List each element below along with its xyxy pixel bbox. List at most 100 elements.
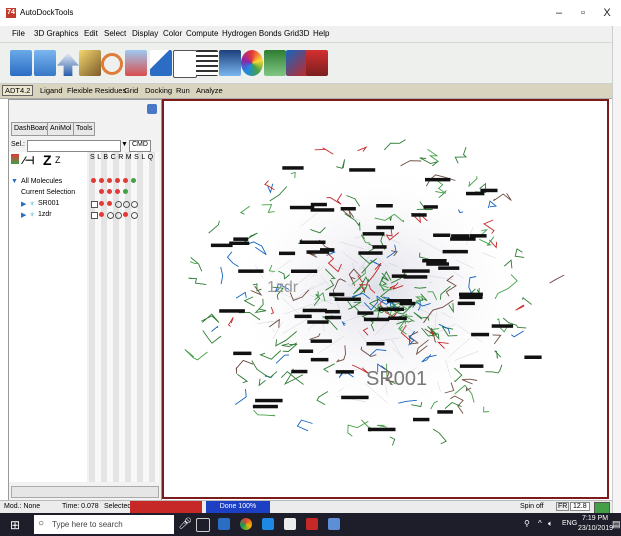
clock-date[interactable]: 23/10/2019 bbox=[578, 525, 613, 532]
expand-icon[interactable]: ▼ bbox=[11, 178, 18, 185]
subtab-dashboard[interactable]: DashBoard bbox=[11, 122, 53, 136]
store-icon[interactable] bbox=[262, 518, 274, 530]
menu-display[interactable]: Display bbox=[132, 29, 158, 38]
menu-edit[interactable]: Edit bbox=[84, 29, 98, 38]
menu-compute[interactable]: Compute bbox=[186, 29, 218, 38]
subtab-tools[interactable]: Tools bbox=[73, 122, 96, 136]
tool-icons[interactable]: ⁄⊣ bbox=[23, 154, 34, 167]
ring-icon[interactable] bbox=[101, 53, 123, 75]
tree-toolbar-icons: ⁄⊣ Z Z bbox=[11, 152, 77, 168]
line-display-icon[interactable] bbox=[173, 50, 197, 78]
undo-arrow-icon[interactable] bbox=[57, 52, 79, 76]
spin-status[interactable]: Spin off bbox=[520, 503, 544, 510]
selection-input[interactable] bbox=[27, 140, 121, 152]
menu-help[interactable]: Help bbox=[313, 29, 329, 38]
display-toggle[interactable] bbox=[99, 212, 104, 217]
menu-select[interactable]: Select bbox=[104, 29, 126, 38]
close-button[interactable]: X bbox=[596, 4, 618, 22]
display-toggle[interactable] bbox=[123, 178, 128, 183]
collapse-arrow-icon[interactable]: ▶ bbox=[21, 200, 26, 208]
list-display-icon[interactable] bbox=[196, 50, 218, 76]
display-toggle[interactable] bbox=[123, 189, 128, 194]
tree-item-all-molecules[interactable]: All Molecules bbox=[21, 178, 62, 185]
mod-status: Mod.: None bbox=[4, 503, 41, 510]
molecule-tree: ⁄⊣ Z Z ▼ All Molecules Current Selection… bbox=[9, 152, 87, 482]
molecule-tool-icon[interactable] bbox=[125, 50, 147, 76]
display-toggle[interactable] bbox=[115, 189, 120, 194]
display-toggle[interactable] bbox=[107, 178, 112, 183]
minimize-button[interactable]: – bbox=[548, 4, 570, 22]
menu-bar: File 3D Graphics Edit Select Display Col… bbox=[0, 26, 612, 43]
receptor-label-1zdr: 1zdr bbox=[267, 279, 299, 296]
language-indicator[interactable]: ENG bbox=[562, 520, 577, 527]
taskbar-search[interactable]: ○ Type here to search bbox=[34, 515, 174, 534]
stop-icon[interactable] bbox=[306, 50, 328, 76]
open-molecule-icon[interactable] bbox=[10, 50, 32, 76]
tab-docking[interactable]: Docking bbox=[145, 86, 172, 95]
display-toggle[interactable] bbox=[99, 189, 104, 194]
display-toggle[interactable] bbox=[107, 201, 112, 206]
display-toggle[interactable] bbox=[115, 178, 120, 183]
chrome-icon[interactable] bbox=[240, 518, 252, 530]
atom-icon[interactable] bbox=[11, 154, 19, 164]
app-taskbar-icon[interactable] bbox=[328, 518, 340, 530]
tab-analyze[interactable]: Analyze bbox=[196, 86, 223, 95]
menu-grid3d[interactable]: Grid3D bbox=[284, 29, 309, 38]
cmd-dropdown[interactable]: CMD bbox=[129, 140, 151, 152]
z-sort-icon[interactable]: Z bbox=[43, 152, 52, 168]
tab-grid[interactable]: Grid bbox=[124, 86, 138, 95]
volume-icon[interactable]: 🔈︎ bbox=[548, 519, 553, 529]
mail-icon[interactable] bbox=[284, 518, 296, 530]
menu-color[interactable]: Color bbox=[163, 29, 182, 38]
molecule-render: SR001 1zdr bbox=[184, 139, 565, 446]
windows-start-icon[interactable]: ⊞ bbox=[10, 518, 20, 532]
display-toggle[interactable] bbox=[91, 201, 98, 208]
clock-time[interactable]: 7:19 PM bbox=[582, 515, 608, 522]
z-small-icon[interactable]: Z bbox=[55, 155, 61, 165]
autodock-taskbar-icon[interactable] bbox=[306, 518, 318, 530]
microphone-icon[interactable]: 🎤︎ bbox=[178, 517, 192, 530]
maximize-button[interactable]: ▫ bbox=[572, 4, 594, 22]
tab-flexible-residues[interactable]: Flexible Residues bbox=[67, 86, 126, 95]
panel-toggle-icon[interactable] bbox=[147, 104, 157, 114]
display-toggle[interactable] bbox=[91, 178, 96, 183]
collapse-arrow-icon[interactable]: ▶ bbox=[21, 211, 26, 219]
save-icon[interactable] bbox=[34, 50, 56, 76]
display-toggle[interactable] bbox=[115, 212, 122, 219]
display-toggle[interactable] bbox=[107, 212, 114, 219]
secondary-structure-icon[interactable] bbox=[286, 50, 308, 76]
menu-3d-graphics[interactable]: 3D Graphics bbox=[34, 29, 78, 38]
display-toggle[interactable] bbox=[91, 212, 98, 219]
notification-icon[interactable]: ▤ bbox=[612, 519, 621, 530]
ribbon-icon[interactable] bbox=[264, 50, 286, 76]
tab-ligand[interactable]: Ligand bbox=[40, 86, 63, 95]
display-toggle[interactable] bbox=[131, 201, 138, 208]
tree-item-current-selection[interactable]: Current Selection bbox=[21, 189, 75, 196]
subtab-animol[interactable]: AniMol bbox=[47, 122, 75, 136]
display-toggle[interactable] bbox=[99, 201, 104, 206]
tree-item-sr001[interactable]: SR001 bbox=[38, 200, 59, 207]
menu-hydrogen-bonds[interactable]: Hydrogen Bonds bbox=[222, 29, 282, 38]
tab-adt[interactable]: ADT4.2 bbox=[2, 85, 34, 96]
people-icon[interactable]: ⚲ bbox=[524, 519, 530, 528]
selection-arrow-icon[interactable] bbox=[150, 50, 172, 76]
display-toggle[interactable] bbox=[115, 201, 122, 208]
display-toggle[interactable] bbox=[131, 178, 136, 183]
surface-icon[interactable] bbox=[219, 50, 241, 76]
display-toggle[interactable] bbox=[107, 189, 112, 194]
tray-chevron-icon[interactable]: ^ bbox=[538, 519, 542, 528]
display-toggle[interactable] bbox=[99, 178, 104, 183]
chevron-down-icon[interactable]: ▼ bbox=[121, 141, 128, 148]
display-toggle[interactable] bbox=[123, 212, 128, 217]
pencil-icon[interactable] bbox=[79, 50, 101, 76]
color-wheel-icon[interactable] bbox=[241, 50, 263, 76]
tab-run[interactable]: Run bbox=[176, 86, 190, 95]
file-explorer-icon[interactable] bbox=[218, 518, 230, 530]
3d-viewer[interactable]: SR001 1zdr bbox=[162, 99, 609, 499]
display-toggle[interactable] bbox=[131, 212, 138, 219]
tree-item-1zdr[interactable]: 1zdr bbox=[38, 211, 52, 218]
display-toggle[interactable] bbox=[123, 201, 130, 208]
task-view-icon[interactable] bbox=[196, 518, 210, 532]
horizontal-scrollbar[interactable] bbox=[11, 486, 159, 498]
menu-file[interactable]: File bbox=[12, 29, 25, 38]
